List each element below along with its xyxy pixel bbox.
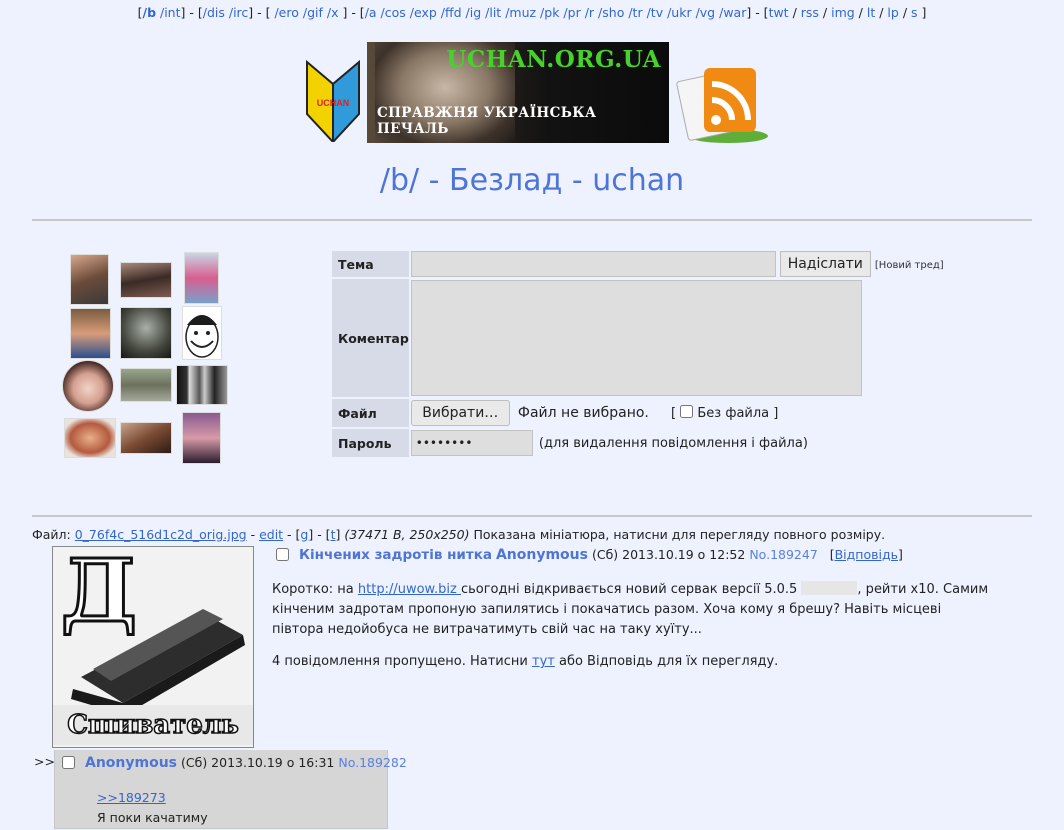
trollface-thumbnail-icon[interactable] [182,306,222,360]
op-image[interactable]: Д Сшиватель [52,546,254,748]
op-select-checkbox[interactable] [276,548,289,561]
thumbnail-image[interactable] [184,252,219,304]
op-post-number[interactable]: No.189247 [749,547,817,562]
banner-site-name: UCHAN.ORG.UA [446,46,661,73]
subject-input[interactable] [410,251,776,277]
nav-link-a[interactable]: /a [365,5,377,20]
redacted-block [801,581,858,595]
comment-label: Коментар [332,279,409,397]
thumbnail-image[interactable] [176,365,228,405]
op-poster-name: Anonymous [495,547,588,563]
post-form: Тема Надіслати [Новий тред] Коментар Фай… [330,249,946,459]
edit-link[interactable]: edit [259,527,283,542]
reply-poster-name: Anonymous [84,755,178,771]
nav-link-ukr[interactable]: /ukr [667,5,692,20]
op-file-link[interactable]: 0_76f4c_516d1c2d_orig.jpg [75,527,247,542]
thumbnail-grid [60,252,236,467]
nav-link-b[interactable]: /b [143,5,157,20]
choose-file-button[interactable]: Вибрати… [410,400,510,426]
logo-row: UCHAN UCHAN.ORG.UA СПРАВЖНЯ УКРАЇНСЬКА П… [0,42,1064,144]
nav-link-vg[interactable]: /vg [696,5,716,20]
nav-link-s[interactable]: s [911,5,918,20]
board-navigation: [/b /int] - [/dis /irc] - [ /ero /gif /x… [137,5,927,20]
nav-link-rss[interactable]: rss [801,5,819,20]
tineye-search-link[interactable]: t [331,527,336,542]
reply-post: Anonymous (Сб) 2013.10.19 о 16:31 No.189… [54,750,407,829]
thumbnail-image[interactable] [62,360,114,412]
expand-thread-link[interactable]: тут [532,654,555,669]
submit-button[interactable]: Надіслати [779,251,871,277]
header-divider [32,219,1032,221]
nav-link-r[interactable]: /r [585,5,594,20]
subject-label: Тема [332,251,409,277]
reply-select-checkbox[interactable] [62,756,75,769]
op-subject: Кінчених задротів нитка [298,547,492,563]
nav-link-sho[interactable]: /sho [598,5,624,20]
nav-link-lit[interactable]: /lit [485,5,501,20]
thumbnail-image[interactable] [182,412,221,464]
uchan-beginner-badge-icon: UCHAN [306,59,360,142]
nav-link-lt[interactable]: lt [867,5,875,20]
board-title: /b/ - Безлад - uchan [379,163,685,198]
op-post-header: Кінчених задротів нитка Anonymous (Сб) 2… [276,547,903,563]
nav-link-pr[interactable]: /pr [563,5,580,20]
thumbnail-image[interactable] [64,418,116,458]
reply-post-number[interactable]: No.189282 [338,755,406,770]
nav-link-tr[interactable]: /tr [628,5,642,20]
thumbnail-note: Показана мініатюра, натисни для перегляд… [473,527,886,542]
no-file-selected-text: Файл не вибрано. [517,405,649,421]
nav-link-lp[interactable]: lp [887,5,898,20]
file-size-dimensions: (37471 B, 250x250) [344,527,470,542]
reply-link[interactable]: Відповідь [835,547,898,562]
svg-text:Д: Д [61,546,137,642]
nav-link-gif[interactable]: /gif [303,5,323,20]
nav-link-tv[interactable]: /tv [647,5,664,20]
nav-link-twt[interactable]: twt [769,5,789,20]
omitted-replies-note: 4 повідомлення пропущено. Натисни тут аб… [272,654,779,669]
reply-arrow: >> [34,754,55,769]
form-divider [32,515,1032,517]
thumbnail-image[interactable] [120,307,172,359]
comment-textarea[interactable] [410,280,862,396]
nav-link-exp[interactable]: /exp [410,5,437,20]
op-file-info: Файл: 0_76f4c_516d1c2d_orig.jpg - edit -… [32,527,886,542]
op-post-body: Коротко: на http://uwow.biz сьогодні від… [272,581,989,637]
password-input[interactable]: •••••••• [410,430,533,456]
quote-link[interactable]: >>189273 [97,790,166,805]
nav-link-int[interactable]: /int [160,5,181,20]
no-file-label: Без файла ] [697,406,779,421]
reply-header: Anonymous (Сб) 2013.10.19 о 16:31 No.189… [62,755,407,771]
thumbnail-image[interactable] [120,422,172,454]
banner-tagline: СПРАВЖНЯ УКРАЇНСЬКА ПЕЧАЛЬ [377,105,597,137]
external-link[interactable]: http://uwow.biz [358,582,461,597]
password-hint: (для видалення повідомлення і файла) [538,435,808,451]
file-label: Файл [332,399,409,427]
nav-link-x[interactable]: /x [327,5,339,20]
reply-text: Я поки качатиму [97,810,208,825]
thumbnail-image[interactable] [120,368,172,402]
nav-link-ero[interactable]: /ero [274,5,298,20]
nav-link-pk[interactable]: /pk [540,5,559,20]
svg-text:Сшиватель: Сшиватель [67,710,238,740]
nav-link-cos[interactable]: /cos [381,5,406,20]
nav-link-irc[interactable]: /irc [229,5,248,20]
thumbnail-image[interactable] [70,308,111,359]
password-label: Пароль [332,429,409,457]
svg-text:UCHAN: UCHAN [317,98,350,108]
nav-link-ig[interactable]: /ig [466,5,482,20]
rss-feed-reader-icon[interactable] [676,54,768,144]
site-banner[interactable]: UCHAN.ORG.UA СПРАВЖНЯ УКРАЇНСЬКА ПЕЧАЛЬ [367,42,669,143]
thumbnail-image[interactable] [120,262,172,298]
nav-link-dis[interactable]: /dis [203,5,225,20]
nav-link-ffd[interactable]: /ffd [441,5,462,20]
no-file-checkbox[interactable] [680,405,694,418]
nav-link-war[interactable]: /war [719,5,746,20]
new-thread-note: [Новий тред] [874,260,944,271]
thumbnail-image[interactable] [70,254,109,305]
op-date: (Сб) 2013.10.19 о 12:52 [591,547,746,562]
nav-link-img[interactable]: img [831,5,855,20]
nav-link-muz[interactable]: /muz [505,5,536,20]
reply-date: (Сб) 2013.10.19 о 16:31 [181,755,335,770]
google-search-link[interactable]: g [300,527,308,542]
